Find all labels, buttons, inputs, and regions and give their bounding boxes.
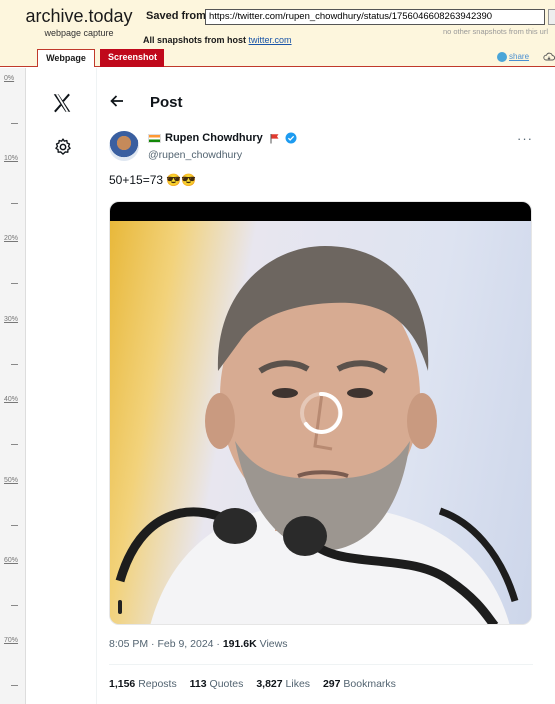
- ruler-label[interactable]: 20%: [4, 235, 18, 242]
- archive-tagline: webpage capture: [44, 28, 114, 38]
- reposts-stat[interactable]: 1,156 Reposts: [109, 678, 177, 690]
- ruler-tick: [11, 203, 18, 204]
- from-host-label: from host: [204, 35, 247, 45]
- ruler-label[interactable]: 70%: [4, 637, 18, 644]
- post-date[interactable]: Feb 9, 2024: [157, 638, 213, 650]
- bookmarks-label: Bookmarks: [343, 678, 396, 690]
- red-flag-icon: [270, 133, 279, 144]
- ruler-tick: [11, 123, 18, 124]
- reposts-count: 1,156: [109, 678, 136, 690]
- ruler-tick: [11, 364, 18, 365]
- ruler-label[interactable]: 10%: [4, 155, 18, 162]
- bookmarks-stat[interactable]: 297 Bookmarks: [323, 678, 396, 690]
- tweet-text: 50+15=73 😎😎: [109, 173, 197, 187]
- video-player[interactable]: [109, 201, 532, 625]
- post-column: Post Rupen Chowdhury @rupen_chowdhury ··…: [97, 68, 555, 704]
- archive-header: archive.today webpage capture Saved from…: [0, 0, 555, 67]
- ruler-label[interactable]: 60%: [4, 557, 18, 564]
- gear-icon[interactable]: [53, 137, 73, 157]
- ruler-tick: [11, 444, 18, 445]
- quotes-label: Quotes: [209, 678, 244, 690]
- views-count: 191.6K: [222, 638, 257, 650]
- views-label: Views: [259, 638, 288, 650]
- url-go-button[interactable]: [548, 9, 555, 25]
- ruler-label[interactable]: 50%: [4, 477, 18, 484]
- author-line[interactable]: Rupen Chowdhury: [148, 132, 297, 144]
- post-meta: 8:05 PM · Feb 9, 2024 · 191.6K Views: [109, 638, 288, 650]
- ruler-tick: [11, 685, 18, 686]
- ruler-tick: [11, 605, 18, 606]
- video-progress-marker: [118, 600, 122, 614]
- scroll-ruler: 0% 10% 20% 30% 40% 50% 60% 70%: [0, 68, 26, 704]
- share-label: share: [509, 52, 530, 62]
- host-link[interactable]: twitter.com: [249, 35, 292, 45]
- back-arrow-icon[interactable]: [109, 93, 125, 109]
- loading-spinner-icon: [300, 391, 343, 434]
- cloud-download-icon[interactable]: [543, 52, 555, 62]
- post-stats: 1,156 Reposts 113 Quotes 3,827 Likes 297…: [109, 678, 406, 690]
- divider: [109, 664, 533, 665]
- quotes-count: 113: [189, 678, 207, 690]
- avatar[interactable]: [109, 131, 139, 161]
- all-snapshots-line: All snapshots from host twitter.com: [143, 35, 292, 45]
- author-name[interactable]: Rupen Chowdhury: [165, 132, 263, 144]
- archive-logo-text[interactable]: archive.today: [24, 6, 134, 27]
- video-top-bar: [110, 202, 531, 221]
- tab-webpage[interactable]: Webpage: [37, 49, 95, 67]
- ruler-label[interactable]: 40%: [4, 396, 18, 403]
- ruler-tick: [11, 283, 18, 284]
- ruler-tick: [11, 525, 18, 526]
- bookmarks-count: 297: [322, 678, 341, 690]
- tab-screenshot[interactable]: Screenshot: [100, 49, 164, 67]
- more-options-icon[interactable]: ···: [517, 131, 533, 146]
- author-handle[interactable]: @rupen_chowdhury: [148, 149, 242, 161]
- post-time[interactable]: 8:05 PM: [109, 638, 148, 650]
- share-button[interactable]: share: [497, 52, 529, 62]
- archive-brand[interactable]: archive.today webpage capture: [24, 6, 134, 38]
- saved-url-field[interactable]: https://twitter.com/rupen_chowdhury/stat…: [205, 9, 545, 25]
- reposts-label: Reposts: [138, 678, 177, 690]
- quotes-stat[interactable]: 113 Quotes: [190, 678, 244, 690]
- page-title: Post: [150, 94, 183, 111]
- x-logo-icon[interactable]: [51, 92, 73, 114]
- ruler-label[interactable]: 30%: [4, 316, 18, 323]
- no-other-snapshots-note: no other snapshots from this url: [442, 27, 548, 36]
- verified-badge-icon[interactable]: [285, 132, 297, 144]
- ruler-label[interactable]: 0%: [4, 75, 14, 82]
- all-snapshots-label: All snapshots: [143, 35, 203, 45]
- likes-stat[interactable]: 3,827 Likes: [256, 678, 310, 690]
- share-icon: [497, 52, 507, 62]
- saved-from-label: Saved from: [146, 10, 206, 22]
- likes-label: Likes: [285, 678, 311, 690]
- india-flag-icon: [148, 133, 161, 143]
- twitter-sidebar: [27, 68, 97, 704]
- likes-count: 3,827: [256, 678, 283, 690]
